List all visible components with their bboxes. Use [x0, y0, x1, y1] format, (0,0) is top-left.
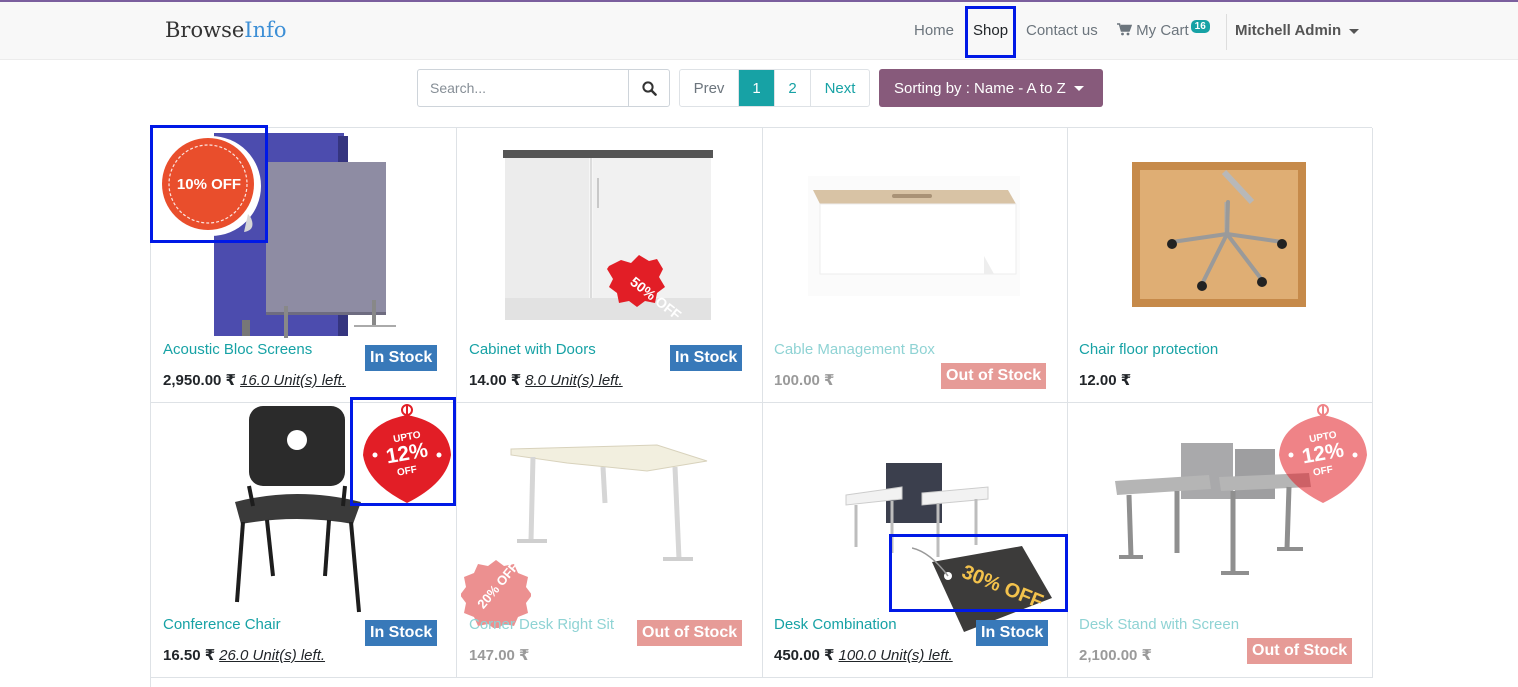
product-grid: 10% OFF Acoustic Bloc Screens 2,950.00 ₹… — [150, 127, 1373, 687]
product-name[interactable]: Cable Management Box — [774, 341, 935, 358]
pager-page-2[interactable]: 2 — [775, 70, 811, 106]
units-left: 26.0 Unit(s) left. — [219, 647, 326, 664]
product-price-row: 14.00 ₹8.0 Unit(s) left. — [469, 371, 623, 389]
product-price-row: 2,100.00 ₹ — [1079, 646, 1152, 664]
units-left: 16.0 Unit(s) left. — [240, 372, 346, 389]
cart-label: My Cart — [1136, 22, 1189, 39]
product-name[interactable]: Desk Stand with Screen — [1079, 616, 1239, 633]
product-image — [1132, 162, 1306, 307]
search-box — [417, 69, 670, 107]
product-card[interactable]: UPTO 12% OFF Desk Stand with Screen 2,10… — [1067, 403, 1373, 678]
search-icon — [642, 80, 657, 96]
discount-badge-text: 10% OFF — [176, 176, 242, 193]
product-name[interactable]: Conference Chair — [163, 616, 281, 633]
product-card[interactable]: 50% OFF Cabinet with Doors 14.00 ₹8.0 Un… — [457, 128, 763, 403]
product-price-row: 100.00 ₹ — [774, 371, 834, 389]
product-image — [161, 133, 396, 338]
product-price: 2,950.00 ₹ — [163, 372, 236, 389]
product-price: 100.00 ₹ — [774, 372, 835, 389]
cart-count-badge: 16 — [1190, 20, 1210, 33]
product-name[interactable]: Corner Desk Right Sit — [469, 616, 614, 633]
user-menu[interactable]: Mitchell Admin — [1235, 22, 1360, 39]
product-image — [503, 150, 713, 320]
stock-badge: In Stock — [976, 620, 1049, 646]
user-name: Mitchell Admin — [1235, 22, 1342, 39]
nav-cart[interactable]: My Cart 16 — [1117, 20, 1210, 39]
brand-part1: Browse — [165, 18, 245, 42]
product-price: 14.00 ₹ — [469, 372, 522, 389]
product-price: 16.50 ₹ — [163, 647, 216, 664]
navbar: BrowseInfo Home Shop Contact us My Cart 1… — [0, 2, 1518, 60]
product-price: 2,100.00 ₹ — [1079, 647, 1152, 664]
sort-dropdown[interactable]: Sorting by : Name - A to Z — [879, 69, 1103, 107]
product-card[interactable]: 10% OFF Acoustic Bloc Screens 2,950.00 ₹… — [151, 128, 457, 403]
product-price-row: 2,950.00 ₹16.0 Unit(s) left. — [163, 371, 346, 389]
sort-label: Sorting by : Name - A to Z — [894, 79, 1066, 97]
stock-badge: Out of Stock — [1247, 638, 1353, 664]
product-card[interactable]: 20% OFF Corner Desk Right Sit 147.00 ₹ O… — [457, 403, 763, 678]
nav-home[interactable]: Home — [914, 22, 954, 39]
product-name[interactable]: Desk Combination — [774, 616, 897, 633]
brand-part2: Info — [244, 18, 287, 42]
cart-icon — [1117, 23, 1133, 36]
pager-next[interactable]: Next — [811, 70, 869, 106]
stock-badge: In Stock — [670, 345, 743, 371]
chevron-down-icon — [1349, 28, 1360, 34]
stock-badge: Out of Stock — [637, 620, 743, 646]
nav-divider — [1226, 14, 1227, 50]
product-image — [510, 444, 708, 561]
product-price: 147.00 ₹ — [469, 647, 530, 664]
stock-badge: In Stock — [365, 620, 438, 646]
stock-badge: Out of Stock — [941, 363, 1047, 389]
nav-shop[interactable]: Shop — [973, 22, 1008, 39]
nav-contact[interactable]: Contact us — [1026, 22, 1098, 39]
pagination: Prev 1 2 Next — [679, 69, 870, 107]
product-name[interactable]: Acoustic Bloc Screens — [163, 341, 312, 358]
units-left: 8.0 Unit(s) left. — [525, 372, 623, 389]
product-name[interactable]: Cabinet with Doors — [469, 341, 596, 358]
product-price-row: 12.00 ₹ — [1079, 371, 1131, 389]
chevron-down-icon — [1073, 85, 1084, 91]
search-button[interactable] — [628, 70, 670, 106]
product-card[interactable]: 30% OFF Desk Combination 450.00 ₹100.0 U… — [762, 403, 1068, 678]
product-card[interactable]: UPTO 12% OFF Conference Chair 16.50 ₹26.… — [151, 403, 457, 678]
product-price-row: 16.50 ₹26.0 Unit(s) left. — [163, 646, 325, 664]
product-image — [808, 176, 1020, 296]
stock-badge: In Stock — [365, 345, 438, 371]
product-price: 12.00 ₹ — [1079, 372, 1132, 389]
pager-page-1[interactable]: 1 — [739, 70, 775, 106]
search-input[interactable] — [418, 70, 628, 106]
product-price-row: 450.00 ₹100.0 Unit(s) left. — [774, 646, 953, 664]
product-card[interactable]: Cable Management Box 100.00 ₹ Out of Sto… — [762, 128, 1068, 403]
product-card[interactable]: Chair floor protection 12.00 ₹ — [1067, 128, 1373, 403]
product-price: 450.00 ₹ — [774, 647, 835, 664]
brand-logo[interactable]: BrowseInfo — [165, 18, 287, 42]
units-left: 100.0 Unit(s) left. — [838, 647, 953, 664]
product-name[interactable]: Chair floor protection — [1079, 341, 1218, 358]
product-price-row: 147.00 ₹ — [469, 646, 529, 664]
pager-prev[interactable]: Prev — [680, 70, 739, 106]
